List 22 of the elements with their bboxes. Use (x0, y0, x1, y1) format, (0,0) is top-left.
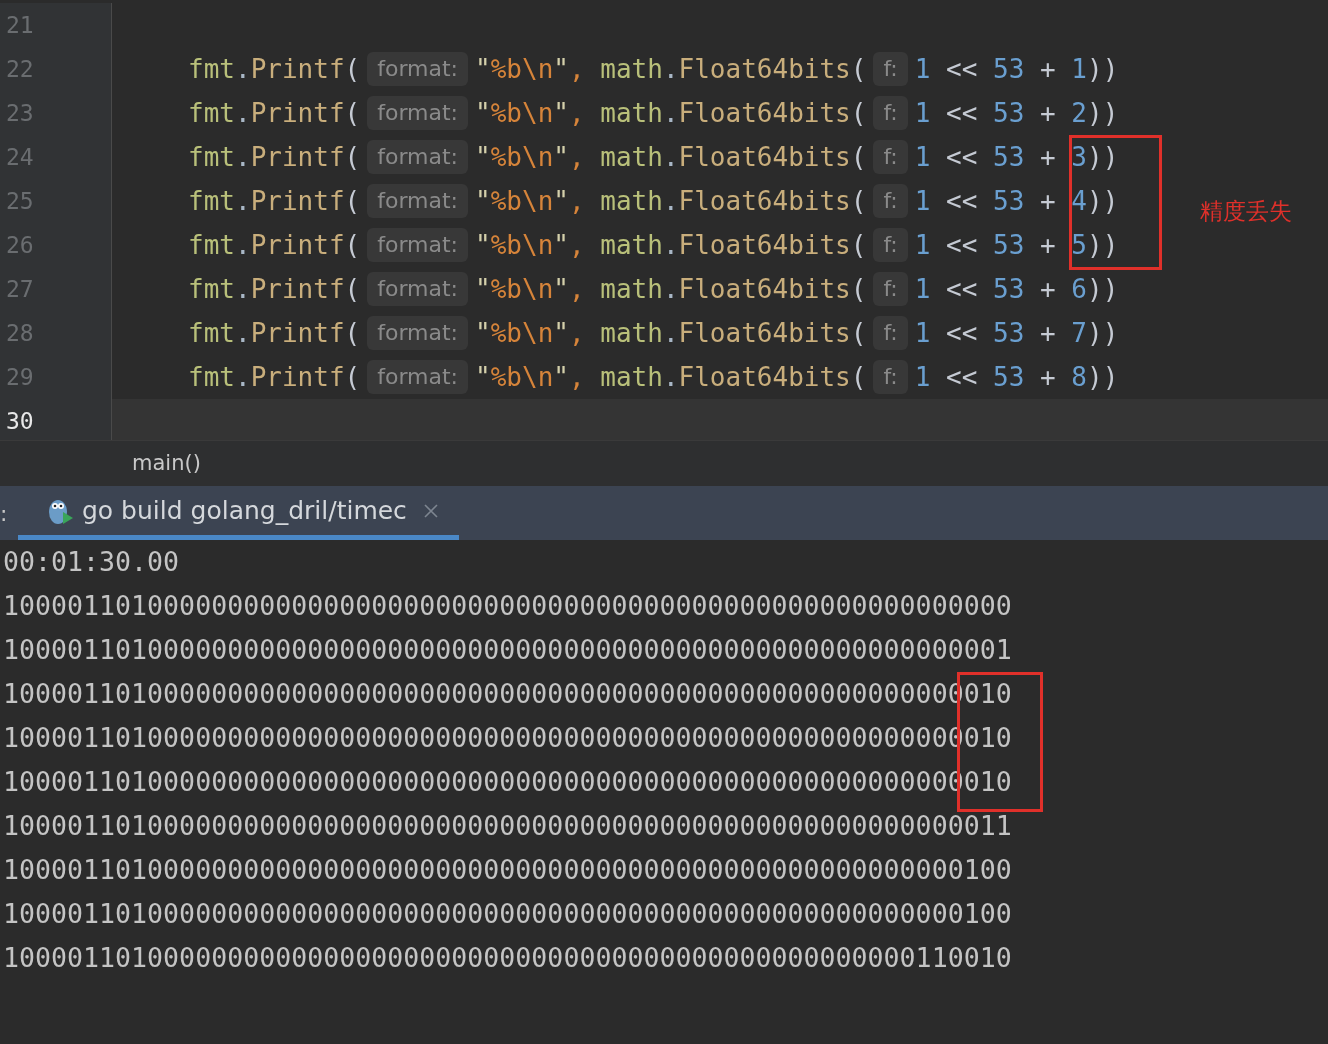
line-number: 23 (6, 98, 34, 128)
console-output-line: 100001101000000000000000000000000000000000000000000000000000001 (2, 633, 1013, 668)
console-output-line: 00:01:30.00 (2, 545, 181, 580)
line-number: 28 (6, 318, 34, 348)
line-number: 26 (6, 230, 34, 260)
annotation-text: 精度丢失 (1200, 197, 1292, 226)
line-number: 24 (6, 142, 34, 172)
run-tab[interactable]: go build golang_dril/timec (18, 486, 459, 540)
line-number: 22 (6, 54, 34, 84)
breadcrumb-item[interactable]: main() (132, 447, 201, 480)
line-number: 30 (6, 406, 34, 436)
line-number: 29 (6, 362, 34, 392)
console-output-line: 100001101000000000000000000000000000000000000000000000000110010 (2, 941, 1013, 976)
line-number: 25 (6, 186, 34, 216)
panel-edge-label: : (0, 499, 9, 528)
console-output-line: 100001101000000000000000000000000000000000000000000000000000100 (2, 853, 1013, 888)
close-icon[interactable] (422, 502, 439, 519)
line-number: 21 (6, 10, 34, 40)
console-output-line: 100001101000000000000000000000000000000000000000000000000000100 (2, 897, 1013, 932)
console-output-line: 100001101000000000000000000000000000000000000000000000000000000 (2, 589, 1013, 624)
console-output-line: 100001101000000000000000000000000000000000000000000000000000011 (2, 809, 1013, 844)
line-number: 27 (6, 274, 34, 304)
